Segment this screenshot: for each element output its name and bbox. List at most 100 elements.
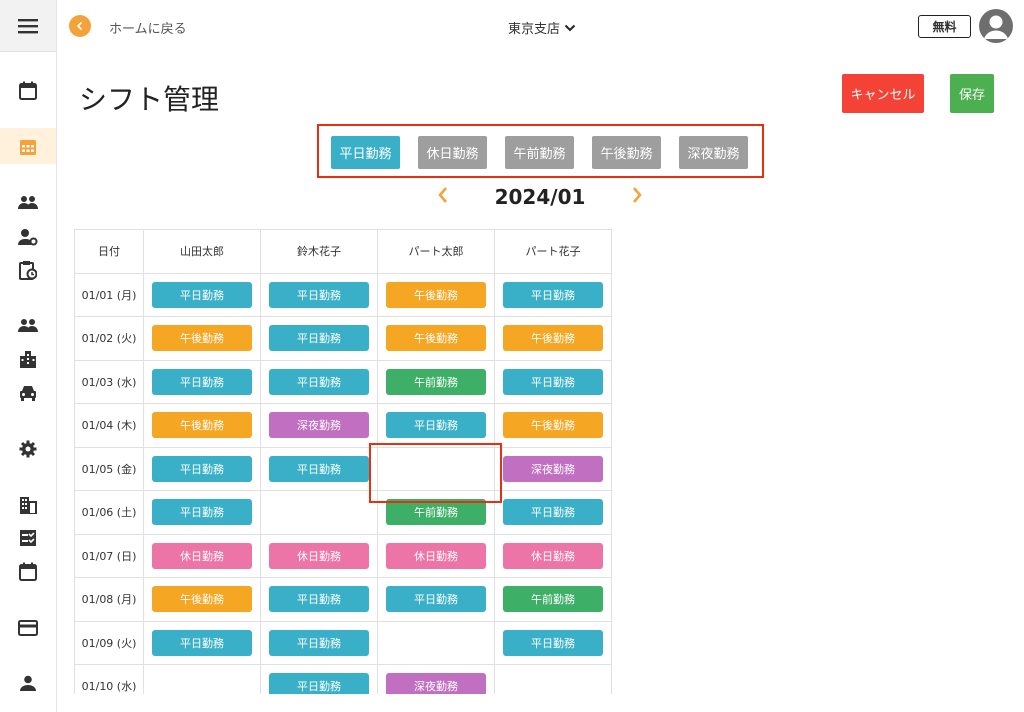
shift-chip[interactable]: 午前勤務 xyxy=(386,499,486,526)
shift-cell[interactable]: 午前勤務 xyxy=(494,577,612,622)
shift-chip[interactable]: 平日勤務 xyxy=(269,281,369,308)
shift-cell[interactable]: 平日勤務 xyxy=(494,272,612,317)
shift-chip[interactable]: 午後勤務 xyxy=(503,412,603,439)
shift-cell[interactable]: 平日勤務 xyxy=(260,359,378,404)
shift-cell[interactable]: 平日勤務 xyxy=(494,620,612,665)
shift-cell[interactable]: 平日勤務 xyxy=(260,620,378,665)
shift-cell[interactable]: 平日勤務 xyxy=(143,446,261,491)
apartment-icon[interactable] xyxy=(16,347,40,371)
shift-cell[interactable]: 平日勤務 xyxy=(377,577,495,622)
shift-cell[interactable]: 休日勤務 xyxy=(143,533,261,578)
shift-chip[interactable]: 平日勤務 xyxy=(152,499,252,526)
menu-button[interactable] xyxy=(0,0,56,52)
shift-cell[interactable]: 平日勤務 xyxy=(260,577,378,622)
shift-chip[interactable]: 平日勤務 xyxy=(152,368,252,395)
shift-type-night[interactable]: 深夜勤務 xyxy=(679,136,748,169)
shift-chip[interactable]: 深夜勤務 xyxy=(269,412,369,439)
save-button[interactable]: 保存 xyxy=(950,74,994,113)
shift-cell[interactable]: 平日勤務 xyxy=(494,490,612,535)
back-button[interactable] xyxy=(69,15,91,37)
shift-cell[interactable] xyxy=(260,490,378,535)
shift-cell[interactable]: 平日勤務 xyxy=(260,272,378,317)
next-month-button[interactable] xyxy=(630,185,644,209)
clipboard-clock-icon[interactable] xyxy=(16,258,40,282)
shift-cell[interactable]: 深夜勤務 xyxy=(377,664,495,694)
shift-cell[interactable]: 午前勤務 xyxy=(377,359,495,404)
cancel-button[interactable]: キャンセル xyxy=(842,74,924,113)
shift-cell[interactable]: 午後勤務 xyxy=(377,316,495,361)
shift-cell[interactable]: 平日勤務 xyxy=(260,446,378,491)
shift-chip[interactable]: 深夜勤務 xyxy=(503,455,603,482)
prev-month-button[interactable] xyxy=(436,185,450,209)
shift-cell[interactable]: 平日勤務 xyxy=(143,359,261,404)
checklist-icon[interactable] xyxy=(16,526,40,550)
shift-type-afternoon[interactable]: 午後勤務 xyxy=(592,136,661,169)
calendar-icon[interactable] xyxy=(16,79,40,103)
shift-chip[interactable]: 休日勤務 xyxy=(152,542,252,569)
shift-cell[interactable]: 午後勤務 xyxy=(143,316,261,361)
shift-chip[interactable]: 休日勤務 xyxy=(386,542,486,569)
shift-chip[interactable]: 休日勤務 xyxy=(269,542,369,569)
car-icon[interactable] xyxy=(16,381,40,405)
shift-cell[interactable]: 午後勤務 xyxy=(494,403,612,448)
shift-chip[interactable]: 平日勤務 xyxy=(269,325,369,352)
shift-chip[interactable]: 平日勤務 xyxy=(503,629,603,656)
shift-chip[interactable]: 午前勤務 xyxy=(503,586,603,613)
plan-badge[interactable]: 無料 xyxy=(918,15,971,38)
shift-cell[interactable]: 平日勤務 xyxy=(260,316,378,361)
credit-card-icon[interactable] xyxy=(16,616,40,640)
shift-chip[interactable]: 平日勤務 xyxy=(152,281,252,308)
shift-cell[interactable]: 午後勤務 xyxy=(143,403,261,448)
shift-chip[interactable]: 午後勤務 xyxy=(386,325,486,352)
gear-icon[interactable] xyxy=(16,437,40,461)
shift-cell[interactable] xyxy=(377,620,495,665)
people-icon[interactable] xyxy=(16,313,40,337)
shift-chip[interactable]: 平日勤務 xyxy=(386,586,486,613)
shift-cell[interactable]: 平日勤務 xyxy=(377,403,495,448)
shift-chip[interactable]: 平日勤務 xyxy=(152,629,252,656)
shift-chip[interactable]: 平日勤務 xyxy=(152,455,252,482)
shift-chip[interactable]: 深夜勤務 xyxy=(386,673,486,694)
shift-chip[interactable]: 平日勤務 xyxy=(269,629,369,656)
shift-cell[interactable]: 午後勤務 xyxy=(143,577,261,622)
avatar[interactable] xyxy=(979,9,1013,43)
shift-cell[interactable]: 午後勤務 xyxy=(494,316,612,361)
shift-type-holiday[interactable]: 休日勤務 xyxy=(418,136,487,169)
shift-chip[interactable]: 午後勤務 xyxy=(152,586,252,613)
shift-cell[interactable]: 深夜勤務 xyxy=(260,403,378,448)
shift-chip[interactable]: 午後勤務 xyxy=(152,325,252,352)
shift-cell[interactable] xyxy=(494,664,612,694)
shift-cell[interactable]: 平日勤務 xyxy=(143,272,261,317)
shift-chip[interactable]: 午後勤務 xyxy=(152,412,252,439)
person-icon[interactable] xyxy=(16,671,40,695)
shift-chip[interactable]: 平日勤務 xyxy=(269,368,369,395)
shift-chip[interactable]: 平日勤務 xyxy=(269,673,369,694)
shift-chip[interactable]: 休日勤務 xyxy=(503,542,603,569)
shift-chip[interactable]: 平日勤務 xyxy=(269,455,369,482)
calendar-grid-icon[interactable] xyxy=(16,135,40,159)
branch-selector[interactable]: 東京支店 xyxy=(508,18,576,37)
shift-cell[interactable] xyxy=(143,664,261,694)
user-settings-icon[interactable] xyxy=(16,225,40,249)
business-icon[interactable] xyxy=(16,493,40,517)
shift-cell[interactable]: 平日勤務 xyxy=(260,664,378,694)
shift-chip[interactable]: 平日勤務 xyxy=(386,412,486,439)
shift-chip[interactable]: 平日勤務 xyxy=(269,586,369,613)
shift-cell[interactable]: 平日勤務 xyxy=(494,359,612,404)
shift-chip[interactable]: 午後勤務 xyxy=(386,281,486,308)
shift-cell[interactable]: 午後勤務 xyxy=(377,272,495,317)
shift-cell[interactable]: 休日勤務 xyxy=(260,533,378,578)
shift-chip[interactable]: 午前勤務 xyxy=(386,368,486,395)
calendar-icon[interactable] xyxy=(16,560,40,584)
back-link[interactable]: ホームに戻る xyxy=(109,18,187,37)
people-icon[interactable] xyxy=(16,190,40,214)
shift-cell[interactable]: 休日勤務 xyxy=(377,533,495,578)
shift-cell[interactable]: 深夜勤務 xyxy=(494,446,612,491)
shift-chip[interactable]: 平日勤務 xyxy=(503,499,603,526)
shift-type-weekday[interactable]: 平日勤務 xyxy=(331,136,400,169)
shift-cell[interactable]: 平日勤務 xyxy=(143,490,261,535)
shift-chip[interactable]: 午後勤務 xyxy=(503,325,603,352)
shift-cell[interactable]: 休日勤務 xyxy=(494,533,612,578)
shift-type-morning[interactable]: 午前勤務 xyxy=(505,136,574,169)
shift-chip[interactable]: 平日勤務 xyxy=(503,368,603,395)
